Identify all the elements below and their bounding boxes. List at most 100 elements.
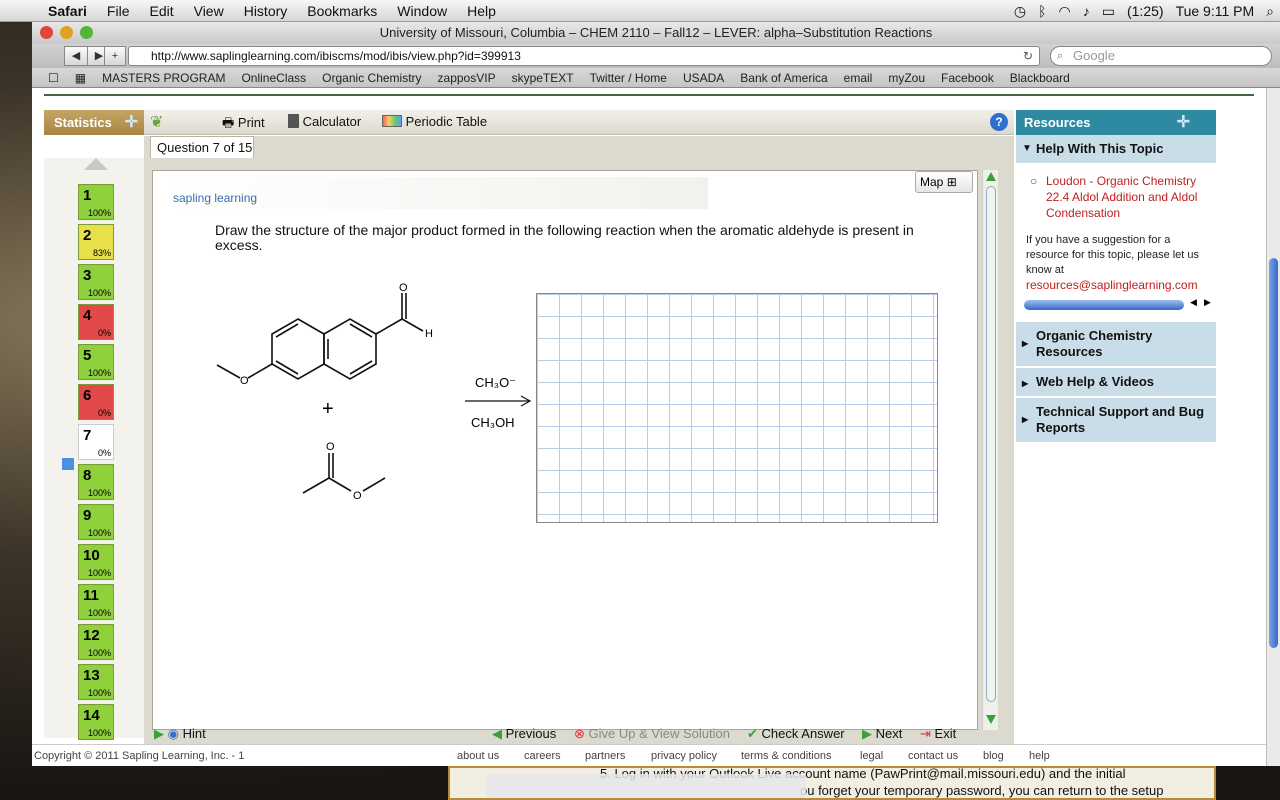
question-14-button[interactable]: 14 100%: [78, 704, 114, 740]
menu-safari[interactable]: Safari: [38, 3, 97, 19]
scroll-thumb[interactable]: [986, 186, 996, 702]
clock[interactable]: Tue 9:11 PM: [1170, 3, 1261, 19]
help-icon[interactable]: ?: [990, 113, 1008, 131]
search-input[interactable]: ⌕ Google: [1050, 46, 1272, 66]
map-button[interactable]: Map ⊞: [915, 171, 973, 193]
give-up-label: Give Up & View Solution: [588, 726, 730, 741]
bookmark-skypetext[interactable]: skypeTEXT: [504, 71, 582, 85]
question-tab[interactable]: Question 7 of 15: [150, 136, 254, 158]
resources-panel: Resources ✛ ▼ Help With This Topic ○ Lou…: [1016, 110, 1216, 460]
question-3-button[interactable]: 3 100%: [78, 264, 114, 300]
bluetooth-icon[interactable]: ᛒ: [1032, 3, 1052, 19]
question-7-button[interactable]: 7 0%: [78, 424, 114, 460]
scroll-up-arrow-icon[interactable]: [84, 158, 108, 170]
menu-file[interactable]: File: [97, 3, 140, 19]
question-score: 100%: [87, 688, 111, 698]
bookmark-organic-chemistry[interactable]: Organic Chemistry: [314, 71, 429, 85]
reload-icon[interactable]: ↻: [1023, 47, 1033, 65]
content-scrollbar[interactable]: [982, 170, 998, 730]
spotlight-icon[interactable]: ⌕: [1260, 3, 1280, 20]
footer-link-help[interactable]: help: [1029, 750, 1050, 762]
menu-window[interactable]: Window: [387, 3, 457, 19]
page-scroll-thumb[interactable]: [1269, 258, 1278, 648]
resource-link-item[interactable]: ○ Loudon - Organic Chemistry 22.4 Aldol …: [1016, 165, 1216, 221]
periodic-table-button[interactable]: Periodic Table: [382, 114, 487, 129]
print-button[interactable]: 🖶 Print: [222, 114, 265, 136]
bookmark-bank-of-america[interactable]: Bank of America: [732, 71, 835, 85]
question-5-button[interactable]: 5 100%: [78, 344, 114, 380]
bookmark-twitter[interactable]: Twitter / Home: [582, 71, 675, 85]
statistics-tab[interactable]: Statistics ✛: [44, 110, 144, 135]
search-icon: ⌕: [1057, 50, 1064, 62]
bookmark-onlineclass[interactable]: OnlineClass: [233, 71, 314, 85]
question-6-button[interactable]: 6 0%: [78, 384, 114, 420]
question-number: 9: [83, 507, 92, 524]
scroll-down-icon[interactable]: [986, 715, 996, 724]
help-topic-section[interactable]: ▼ Help With This Topic: [1016, 135, 1216, 165]
question-8-button[interactable]: 8 100%: [78, 464, 114, 500]
footer-link-contact[interactable]: contact us: [908, 750, 958, 762]
footer-link-privacy[interactable]: privacy policy: [651, 750, 717, 762]
footer-link-partners[interactable]: partners: [585, 750, 625, 762]
question-10-button[interactable]: 10 100%: [78, 544, 114, 580]
top-sites-icon[interactable]: ▦: [67, 71, 94, 85]
back-button[interactable]: ◀: [64, 46, 88, 66]
bookmark-blackboard[interactable]: Blackboard: [1002, 71, 1078, 85]
battery-icon[interactable]: ▭: [1096, 3, 1121, 20]
bookmark-facebook[interactable]: Facebook: [933, 71, 1002, 85]
exit-button[interactable]: ⇥ Exit: [920, 726, 956, 742]
footer-link-careers[interactable]: careers: [524, 750, 561, 762]
expand-plus-icon[interactable]: ✛: [125, 110, 138, 135]
minimize-window-icon[interactable]: [60, 26, 73, 39]
volume-icon[interactable]: ♪: [1077, 3, 1096, 19]
question-score: 0%: [97, 448, 111, 458]
bookmark-masters-program[interactable]: MASTERS PROGRAM: [94, 71, 233, 85]
page-scrollbar[interactable]: [1266, 88, 1280, 766]
resources-expand-icon[interactable]: ✛: [1177, 110, 1190, 135]
bookmark-zapposvip[interactable]: zapposVIP: [430, 71, 504, 85]
previous-button[interactable]: ◀ Previous: [492, 726, 556, 742]
web-help-section[interactable]: ▶ Web Help & Videos: [1016, 368, 1216, 398]
question-4-button[interactable]: 4 0%: [78, 304, 114, 340]
technical-support-section[interactable]: ▶ Technical Support and Bug Reports: [1016, 398, 1216, 444]
time-machine-icon[interactable]: ◷: [1008, 3, 1032, 20]
bookmark-myzou[interactable]: myZou: [880, 71, 933, 85]
horizontal-scrollbar[interactable]: ◀ ▶: [1024, 297, 1212, 310]
organic-chemistry-resources-section[interactable]: ▶ Organic Chemistry Resources: [1016, 322, 1216, 368]
scroll-left-icon[interactable]: ◀: [1190, 297, 1197, 308]
menu-view[interactable]: View: [184, 3, 234, 19]
next-button[interactable]: ▶ Next: [862, 726, 902, 742]
menu-bookmarks[interactable]: Bookmarks: [297, 3, 387, 19]
add-bookmark-button[interactable]: +: [104, 46, 126, 66]
check-answer-button[interactable]: ✔ Check Answer: [747, 726, 845, 742]
hint-button[interactable]: ▶ ◉ Hint: [154, 726, 206, 742]
loudon-link[interactable]: Loudon - Organic Chemistry 22.4 Aldol Ad…: [1046, 174, 1197, 220]
drawing-canvas[interactable]: [536, 293, 938, 523]
question-2-button[interactable]: 2 83%: [78, 224, 114, 260]
give-up-button[interactable]: ⊗ Give Up & View Solution: [574, 726, 730, 742]
menu-edit[interactable]: Edit: [139, 3, 183, 19]
wifi-icon[interactable]: ◠: [1053, 3, 1077, 20]
footer-link-legal[interactable]: legal: [860, 750, 883, 762]
question-13-button[interactable]: 13 100%: [78, 664, 114, 700]
address-bar[interactable]: http://www.saplinglearning.com/ibiscms/m…: [128, 46, 1040, 66]
horizontal-scroll-thumb[interactable]: [1024, 300, 1184, 310]
scroll-up-icon[interactable]: [986, 172, 996, 181]
footer-link-blog[interactable]: blog: [983, 750, 1004, 762]
question-1-button[interactable]: 1 100%: [78, 184, 114, 220]
menu-help[interactable]: Help: [457, 3, 506, 19]
menu-history[interactable]: History: [234, 3, 298, 19]
footer-link-terms[interactable]: terms & conditions: [741, 750, 831, 762]
question-12-button[interactable]: 12 100%: [78, 624, 114, 660]
question-11-button[interactable]: 11 100%: [78, 584, 114, 620]
footer-link-about[interactable]: about us: [457, 750, 499, 762]
scroll-right-icon[interactable]: ▶: [1204, 297, 1211, 308]
calculator-button[interactable]: Calculator: [288, 114, 361, 129]
bookmark-email[interactable]: email: [836, 71, 881, 85]
zoom-window-icon[interactable]: [80, 26, 93, 39]
resources-email-link[interactable]: resources@saplinglearning.com: [1016, 278, 1216, 292]
reading-list-icon[interactable]: ☐: [40, 71, 67, 85]
question-9-button[interactable]: 9 100%: [78, 504, 114, 540]
close-window-icon[interactable]: [40, 26, 53, 39]
bookmark-usada[interactable]: USADA: [675, 71, 732, 85]
